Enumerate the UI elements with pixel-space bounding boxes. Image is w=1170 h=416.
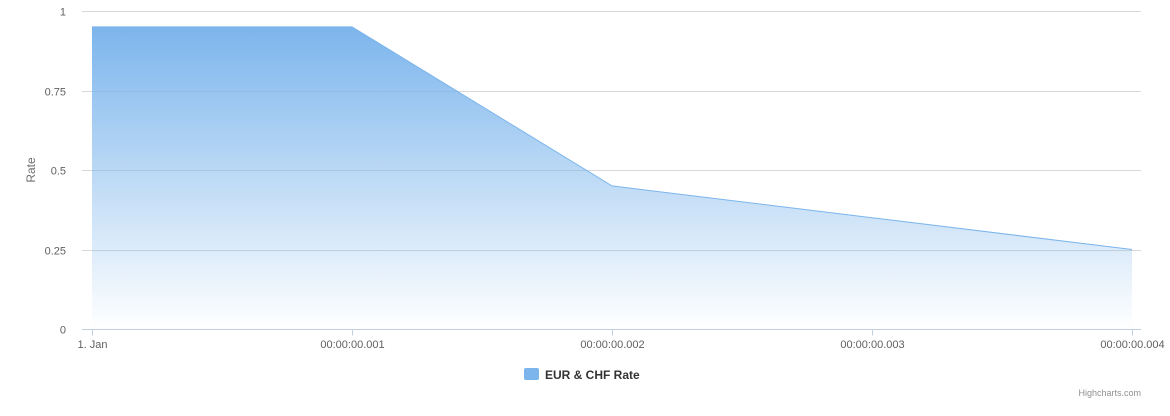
y-axis-title: Rate [24,157,38,183]
y-tick-label: 0.75 [45,87,66,99]
data-point[interactable] [348,23,356,31]
series-group [88,23,1136,330]
x-tick-label: 00:00:00.003 [840,339,904,351]
data-point[interactable] [1128,246,1136,254]
legend-swatch [524,368,539,380]
area-chart: 0 0.25 0.5 0.75 1 1. Jan 00:00:00.001 00:00:00.… [24,7,1165,399]
x-tick-label: 1. Jan [78,339,108,351]
legend[interactable]: EUR & CHF Rate [524,368,640,382]
data-point[interactable] [608,182,616,190]
x-tick-label: 00:00:00.002 [580,339,644,351]
series-area-fill [92,26,1132,330]
chart-container: 0 0.25 0.5 0.75 1 1. Jan 00:00:00.001 00:00:00.… [0,0,1170,416]
x-tick-label: 00:00:00.001 [320,339,384,351]
credits-link[interactable]: Highcharts.com [1078,388,1141,398]
y-tick-label: 1 [60,7,66,19]
x-tick-label: 00:00:00.004 [1100,339,1164,351]
y-tick-label: 0.25 [45,246,66,258]
data-point[interactable] [88,23,96,31]
y-tick-label: 0 [60,325,66,337]
legend-label[interactable]: EUR & CHF Rate [545,368,640,382]
data-point[interactable] [868,214,876,222]
y-tick-label: 0.5 [51,166,66,178]
